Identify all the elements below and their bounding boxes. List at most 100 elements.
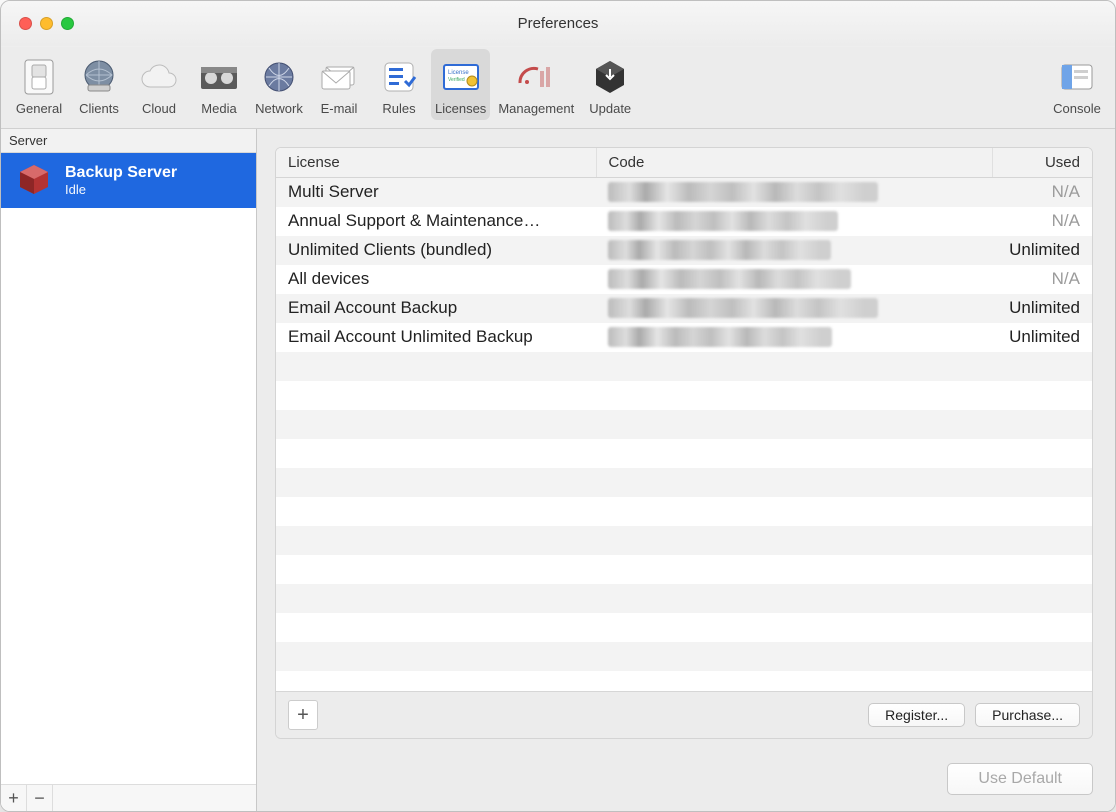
below-panel: Use Default — [275, 763, 1093, 795]
toolbar-item-update[interactable]: Update — [582, 49, 638, 120]
server-status: Idle — [65, 182, 177, 198]
table-row — [276, 642, 1092, 671]
toolbar-item-cloud[interactable]: Cloud — [131, 49, 187, 120]
license-used-cell: Unlimited — [992, 236, 1092, 265]
purchase-button[interactable]: Purchase... — [975, 703, 1080, 727]
rules-icon — [375, 55, 423, 99]
redacted-code — [608, 211, 838, 231]
toolbar-item-email[interactable]: E-mail — [311, 49, 367, 120]
table-row — [276, 439, 1092, 468]
licenses-table: License Code Used Multi ServerN/AAnnual … — [276, 148, 1092, 671]
toolbar-item-general[interactable]: General — [11, 49, 67, 120]
toolbar-item-network[interactable]: Network — [251, 49, 307, 120]
tape-icon — [195, 55, 243, 99]
toolbar-item-clients[interactable]: Clients — [71, 49, 127, 120]
license-used-cell: Unlimited — [992, 294, 1092, 323]
main-content: License Code Used Multi ServerN/AAnnual … — [257, 129, 1115, 811]
license-code-cell — [596, 207, 992, 236]
server-sidebar: Server Backup Server Idle + − — [1, 129, 257, 811]
toolbar-item-management[interactable]: Management — [494, 49, 578, 120]
table-header-row: License Code Used — [276, 148, 1092, 178]
license-code-cell — [596, 294, 992, 323]
globe-icon — [75, 55, 123, 99]
col-header-license[interactable]: License — [276, 148, 596, 178]
license-name-cell: Unlimited Clients (bundled) — [276, 236, 596, 265]
toolbar-item-rules[interactable]: Rules — [371, 49, 427, 120]
table-row — [276, 410, 1092, 439]
license-code-cell — [596, 265, 992, 294]
preferences-toolbar: General Clients Cloud — [1, 47, 1115, 129]
certificate-icon: License Verified — [437, 55, 485, 99]
preferences-window: Preferences General C — [0, 0, 1116, 812]
toolbar-label: Update — [589, 101, 631, 116]
download-box-icon — [586, 55, 634, 99]
redacted-code — [608, 182, 878, 202]
license-code-cell — [596, 178, 992, 208]
license-used-cell: Unlimited — [992, 323, 1092, 352]
toolbar-label: Media — [201, 101, 236, 116]
redacted-code — [608, 269, 851, 289]
register-button[interactable]: Register... — [868, 703, 965, 727]
toolbar-label: General — [16, 101, 62, 116]
licenses-table-container[interactable]: License Code Used Multi ServerN/AAnnual … — [276, 148, 1092, 691]
table-row[interactable]: Email Account Backup Unlimited — [276, 294, 1092, 323]
toolbar-label: Cloud — [142, 101, 176, 116]
toolbar-item-media[interactable]: Media — [191, 49, 247, 120]
redacted-code — [608, 298, 878, 318]
remove-server-button[interactable]: − — [27, 785, 53, 811]
license-code-cell — [596, 323, 992, 352]
add-license-button[interactable]: + — [288, 700, 318, 730]
add-server-button[interactable]: + — [1, 785, 27, 811]
col-header-code[interactable]: Code — [596, 148, 992, 178]
table-row[interactable]: Email Account Unlimited BackupUnlimited — [276, 323, 1092, 352]
license-name-cell: Multi Server — [276, 178, 596, 208]
license-name-cell: Annual Support & Maintenance… — [276, 207, 596, 236]
table-row — [276, 526, 1092, 555]
sidebar-header: Server — [1, 129, 256, 153]
table-row — [276, 613, 1092, 642]
toolbar-item-console[interactable]: Console — [1049, 49, 1105, 120]
svg-text:Verified: Verified — [448, 77, 465, 83]
sidebar-server-item[interactable]: Backup Server Idle — [1, 153, 256, 208]
panel-footer: + Register... Purchase... — [276, 691, 1092, 738]
table-row — [276, 352, 1092, 381]
license-used-cell: N/A — [992, 207, 1092, 236]
toolbar-label: Rules — [382, 101, 415, 116]
license-name-cell: Email Account Backup — [276, 294, 596, 323]
table-row[interactable]: Annual Support & Maintenance… N/A — [276, 207, 1092, 236]
preferences-body: Server Backup Server Idle + − — [1, 129, 1115, 811]
licenses-panel: License Code Used Multi ServerN/AAnnual … — [275, 147, 1093, 739]
toolbar-item-licenses[interactable]: License Verified Licenses — [431, 49, 490, 120]
table-row — [276, 555, 1092, 584]
license-name-cell: All devices — [276, 265, 596, 294]
toolbar-label: Console — [1053, 101, 1101, 116]
toolbar-label: Licenses — [435, 101, 486, 116]
server-labels: Backup Server Idle — [65, 163, 177, 198]
col-header-used[interactable]: Used — [992, 148, 1092, 178]
console-window-icon — [1053, 55, 1101, 99]
toolbar-label: Management — [498, 101, 574, 116]
license-code-cell — [596, 236, 992, 265]
toolbar-label: Clients — [79, 101, 119, 116]
titlebar: Preferences — [1, 1, 1115, 47]
use-default-button[interactable]: Use Default — [947, 763, 1093, 795]
server-cube-icon — [15, 163, 53, 197]
redacted-code — [608, 327, 832, 347]
gauge-icon — [512, 55, 560, 99]
server-name: Backup Server — [65, 163, 177, 182]
license-used-cell: N/A — [992, 178, 1092, 208]
cloud-icon — [135, 55, 183, 99]
table-row — [276, 584, 1092, 613]
table-row — [276, 381, 1092, 410]
sidebar-footer: + − — [1, 784, 256, 811]
network-icon — [255, 55, 303, 99]
table-row — [276, 497, 1092, 526]
table-row[interactable]: Multi Server N/A — [276, 178, 1092, 208]
toolbar-label: E-mail — [321, 101, 358, 116]
table-row[interactable]: All devices N/A — [276, 265, 1092, 294]
table-row[interactable]: Unlimited Clients (bundled) Unlimited — [276, 236, 1092, 265]
envelope-icon — [315, 55, 363, 99]
license-used-cell: N/A — [992, 265, 1092, 294]
switch-icon — [15, 55, 63, 99]
toolbar-label: Network — [255, 101, 303, 116]
